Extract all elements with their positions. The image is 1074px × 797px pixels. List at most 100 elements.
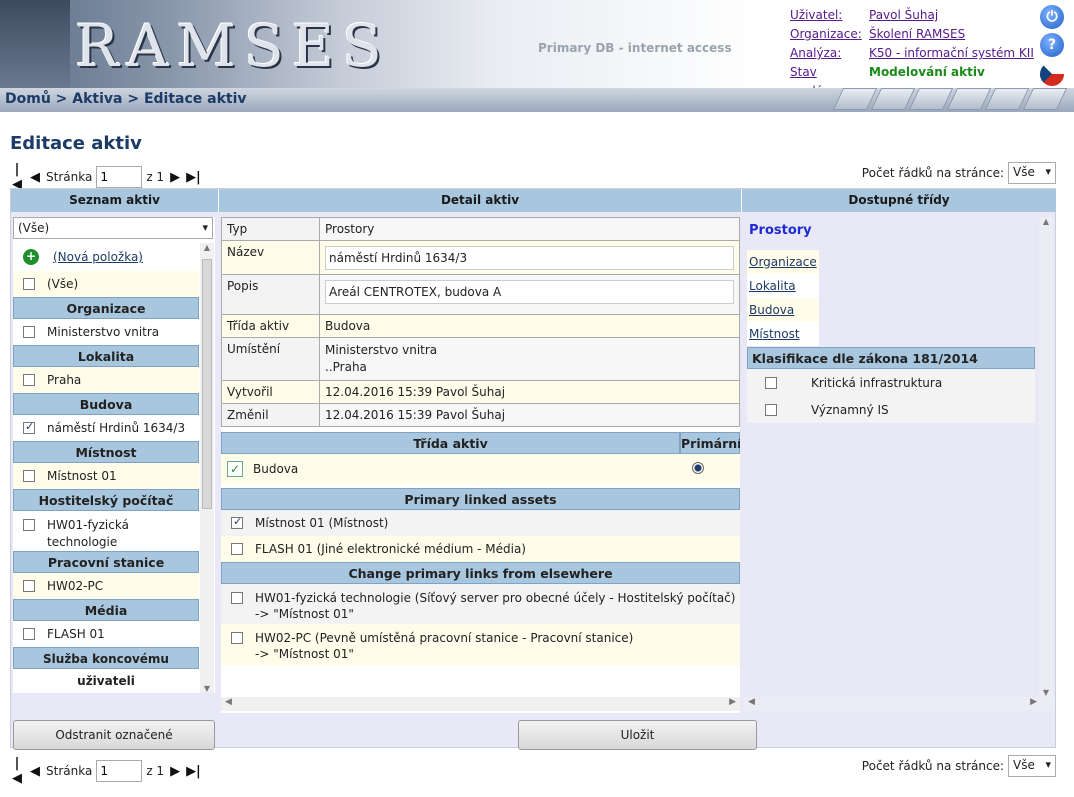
class-link[interactable]: Budova — [749, 303, 794, 317]
scroll-down-icon[interactable]: ▼ — [1039, 688, 1053, 697]
scroll-right-icon[interactable]: ▶ — [729, 697, 736, 707]
remove-selected-button[interactable]: Odstranit označené — [13, 720, 215, 750]
page-input[interactable] — [96, 166, 143, 188]
asset-list-panel: (Vše) ▾ + (Nová položka) (Vše) Organizac… — [13, 217, 215, 693]
scroll-up-icon[interactable]: ▲ — [200, 243, 214, 252]
tab-shape[interactable] — [984, 88, 1030, 110]
checkbox[interactable] — [23, 374, 35, 386]
tab-shape[interactable] — [1022, 88, 1068, 110]
db-info: Primary DB - internet access — [538, 41, 732, 55]
detail-value: Budova — [319, 314, 740, 338]
class-link[interactable]: Organizace — [749, 255, 817, 269]
checkbox[interactable] — [23, 470, 35, 482]
list-item[interactable]: (Vše) — [13, 271, 199, 297]
classes-scrollbar[interactable]: ▲ ▼ — [1039, 217, 1053, 697]
primary-radio[interactable] — [692, 462, 704, 474]
tab-shape[interactable] — [946, 88, 992, 110]
change-item[interactable]: HW02-PC (Pevně umístěná pracovní stanice… — [221, 624, 740, 666]
list-item[interactable]: HW01-fyzická technologie — [13, 511, 199, 551]
scroll-left-icon[interactable]: ◀ — [748, 697, 755, 707]
change-label: HW01-fyzická technologie (Síťový server … — [255, 590, 735, 622]
law-section: Klasifikace dle zákona 181/2014 Kritická… — [747, 347, 1035, 423]
list-column-header: Seznam aktiv — [11, 189, 219, 212]
list-filter-select[interactable]: (Vše) ▾ — [13, 217, 213, 239]
detail-key: Třída aktiv — [221, 314, 320, 338]
last-page-icon[interactable]: ▶| — [186, 170, 201, 185]
checkbox[interactable] — [23, 420, 35, 434]
detail-value-cell: Ministerstvo vnitra ..Praha — [319, 337, 740, 381]
location-line-1: Ministerstvo vnitra — [325, 343, 438, 357]
checkbox[interactable] — [23, 326, 35, 338]
prev-page-icon[interactable]: ◀ — [28, 170, 42, 185]
tab-shape[interactable] — [870, 88, 916, 110]
checkbox[interactable] — [765, 403, 777, 416]
checkbox[interactable] — [231, 632, 243, 644]
scroll-left-icon[interactable]: ◀ — [225, 697, 232, 707]
prev-page-icon[interactable]: ◀ — [28, 764, 42, 779]
scrollbar-thumb[interactable] — [202, 259, 212, 509]
list-item[interactable]: Ministerstvo vnitra — [13, 319, 199, 345]
list-item-label: Ministerstvo vnitra — [47, 325, 160, 339]
rows-per-page-select[interactable]: Vše — [1008, 755, 1056, 777]
new-item-link[interactable]: (Nová položka) — [53, 250, 143, 264]
czech-flag-icon[interactable] — [1040, 62, 1064, 86]
classes-hscrollbar[interactable]: ◀ ▶ — [744, 697, 1055, 711]
class-link[interactable]: Místnost — [749, 327, 800, 341]
next-page-icon[interactable]: ▶ — [168, 764, 182, 779]
rows-per-page-select[interactable]: Vše — [1008, 162, 1056, 184]
description-textarea[interactable]: Areál CENTROTEX, budova A — [325, 280, 734, 304]
list-item[interactable]: Místnost 01 — [13, 463, 199, 489]
list-item[interactable]: náměstí Hrdinů 1634/3 — [13, 415, 199, 441]
class-link[interactable]: Lokalita — [749, 279, 796, 293]
law-item[interactable]: Kritická infrastruktura — [747, 369, 1035, 396]
change-label: HW02-PC (Pevně umístěná pracovní stanice… — [255, 630, 633, 662]
user-label[interactable]: Uživatel: — [790, 6, 869, 25]
breadcrumb[interactable]: Domů > Aktiva > Editace aktiv — [5, 91, 247, 107]
header: RAMSES Primary DB - internet access Uživ… — [0, 0, 1074, 98]
change-item[interactable]: HW01-fyzická technologie (Síťový server … — [221, 584, 740, 624]
user-value[interactable]: Pavol Šuhaj — [869, 6, 938, 25]
first-page-icon[interactable]: |◀ — [10, 756, 24, 786]
list-item[interactable]: FLASH 01 — [13, 621, 199, 647]
last-page-icon[interactable]: ▶| — [186, 764, 201, 779]
organization-label[interactable]: Organizace: — [790, 25, 869, 44]
detail-value: Prostory — [319, 217, 740, 241]
save-button[interactable]: Uložit — [518, 720, 757, 750]
scroll-right-icon[interactable]: ▶ — [1030, 697, 1037, 707]
name-input[interactable]: náměstí Hrdinů 1634/3 — [325, 246, 734, 270]
law-item[interactable]: Významný IS — [747, 396, 1035, 423]
help-icon[interactable]: ? — [1040, 33, 1064, 57]
checkbox[interactable] — [23, 519, 35, 531]
checkbox[interactable] — [23, 580, 35, 592]
page-input[interactable] — [96, 760, 143, 782]
list-scrollbar[interactable]: ▲ ▼ — [200, 243, 214, 693]
analysis-label[interactable]: Analýza: — [790, 44, 869, 63]
checkbox[interactable] — [231, 543, 243, 555]
checkbox[interactable] — [23, 278, 35, 290]
organization-value[interactable]: Školení RAMSES — [869, 25, 965, 44]
power-icon[interactable]: ⏻ — [1040, 5, 1064, 29]
class-checkbox[interactable]: ✓ — [227, 461, 243, 477]
list-item[interactable]: Praha — [13, 367, 199, 393]
detail-hscrollbar[interactable]: ◀ ▶ — [221, 697, 740, 711]
analysis-value[interactable]: K50 - informační systém KII — [869, 44, 1034, 63]
checkbox[interactable] — [23, 628, 35, 640]
detail-key: Umístění — [221, 337, 320, 381]
checkbox[interactable] — [765, 376, 777, 389]
linked-item[interactable]: Místnost 01 (Místnost) — [221, 510, 740, 536]
add-icon[interactable]: + — [23, 249, 39, 265]
scroll-up-icon[interactable]: ▲ — [1039, 217, 1053, 226]
classes-title: Prostory — [749, 223, 812, 238]
list-item[interactable]: HW02-PC — [13, 573, 199, 599]
checkbox[interactable] — [231, 515, 243, 529]
scroll-down-icon[interactable]: ▼ — [200, 684, 214, 693]
tab-shape[interactable] — [832, 88, 878, 110]
classes-column-header: Dostupné třídy — [742, 189, 1057, 212]
new-item-row[interactable]: + (Nová položka) — [13, 243, 199, 271]
checkbox[interactable] — [231, 592, 243, 604]
rows-per-page-top: Počet řádků na stránce: Vše — [862, 162, 1056, 184]
tab-shape[interactable] — [908, 88, 954, 110]
linked-item[interactable]: FLASH 01 (Jiné elektronické médium - Méd… — [221, 536, 740, 562]
list-filter-value: (Vše) — [18, 221, 50, 235]
next-page-icon[interactable]: ▶ — [168, 170, 182, 185]
